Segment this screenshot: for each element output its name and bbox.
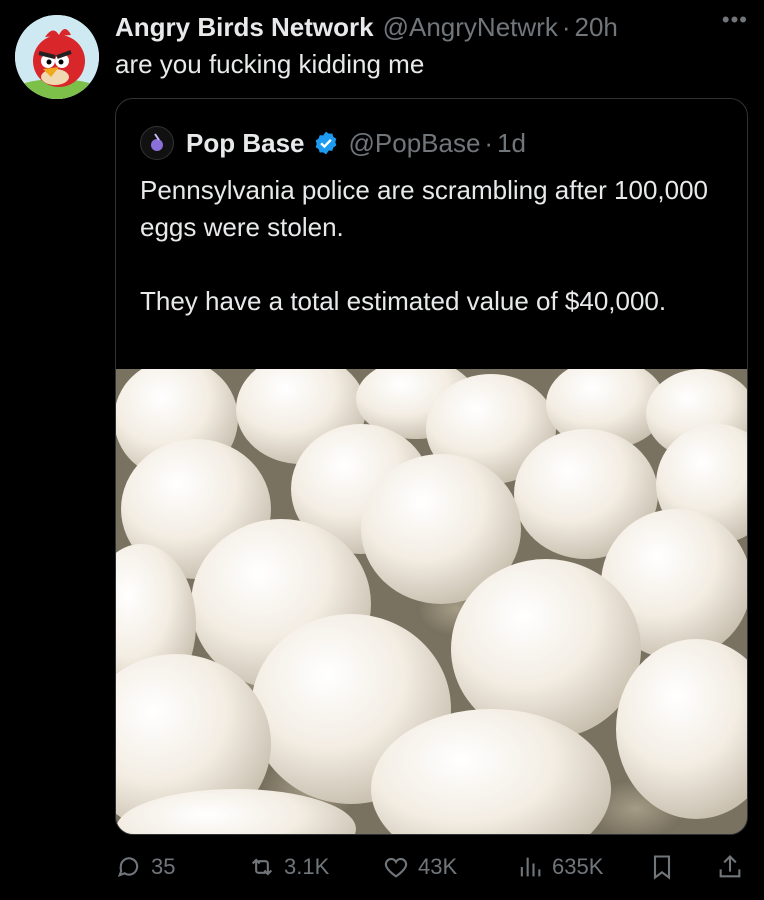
like-count: 43K bbox=[418, 854, 458, 879]
eggs-photo[interactable] bbox=[116, 369, 747, 834]
like-button[interactable]: 43K bbox=[382, 845, 457, 889]
quoted-paragraph-1: Pennsylvania police are scrambling after… bbox=[140, 175, 709, 242]
verified-badge-icon bbox=[315, 131, 336, 155]
repost-icon bbox=[251, 858, 273, 876]
quoted-paragraph-2: They have a total estimated value of $40… bbox=[140, 286, 667, 316]
quoted-author-name[interactable]: Pop Base bbox=[186, 128, 305, 159]
author-avatar[interactable] bbox=[15, 15, 99, 99]
reply-button[interactable]: 35 bbox=[115, 845, 175, 889]
more-horizontal-icon[interactable]: ••• bbox=[722, 9, 748, 31]
view-count: 635K bbox=[552, 854, 604, 879]
quoted-tweet-header: Pop Base @PopBase · 1d bbox=[140, 123, 526, 163]
quoted-author-avatar[interactable] bbox=[140, 126, 174, 160]
eggs-image bbox=[116, 369, 747, 834]
pop-base-logo-icon bbox=[151, 133, 163, 151]
quoted-tweet-time[interactable]: 1d bbox=[497, 128, 526, 159]
reply-icon bbox=[117, 857, 139, 877]
quoted-tweet[interactable]: Pop Base @PopBase · 1d Pennsylvania poli… bbox=[115, 98, 748, 835]
action-bar: 35 3.1K 43K 635K bbox=[0, 845, 764, 889]
repost-button[interactable]: 3.1K bbox=[248, 845, 329, 889]
quoted-tweet-text: Pennsylvania police are scrambling after… bbox=[140, 172, 730, 320]
reply-count: 35 bbox=[151, 854, 176, 879]
tweet-header: Angry Birds Network @AngryNetwrk · 20h bbox=[115, 11, 744, 43]
share-icon bbox=[719, 855, 741, 878]
views-button[interactable]: 635K bbox=[516, 845, 603, 889]
bookmark-icon bbox=[653, 855, 671, 880]
bookmark-button[interactable] bbox=[648, 845, 684, 889]
author-handle[interactable]: @AngryNetwrk bbox=[383, 12, 558, 43]
heart-icon bbox=[384, 857, 408, 878]
quoted-author-handle[interactable]: @PopBase bbox=[349, 128, 481, 159]
share-button[interactable] bbox=[716, 845, 752, 889]
author-name[interactable]: Angry Birds Network bbox=[115, 12, 374, 43]
angry-bird-avatar-icon bbox=[15, 15, 99, 99]
tweet-text: are you fucking kidding me bbox=[115, 49, 425, 79]
tweet-time[interactable]: 20h bbox=[575, 12, 618, 43]
separator-dot: · bbox=[561, 11, 571, 42]
views-chart-icon bbox=[520, 857, 541, 877]
repost-count: 3.1K bbox=[284, 854, 330, 879]
separator-dot: · bbox=[484, 127, 494, 158]
